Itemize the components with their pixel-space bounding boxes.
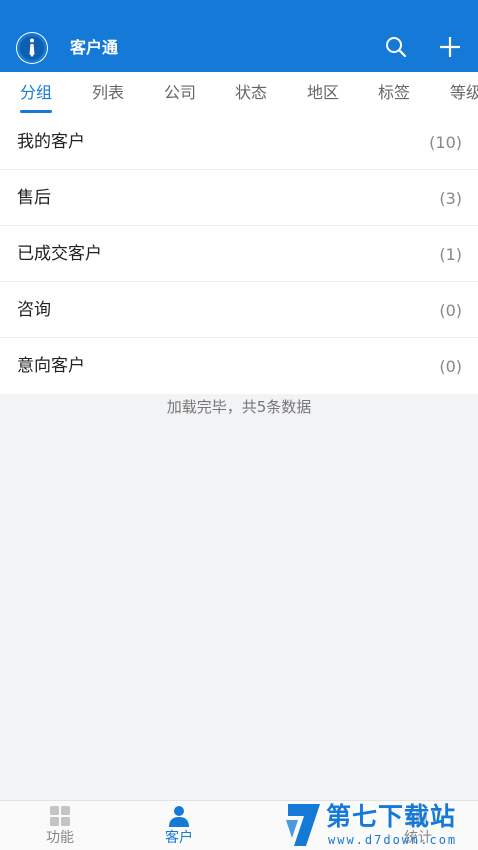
group-count: (0)	[439, 301, 462, 320]
group-count: (3)	[439, 189, 462, 208]
group-list: 我的客户 (10) 售后 (3) 已成交客户 (1) 咨询 (0) 意向客户 (…	[0, 114, 478, 394]
group-name: 我的客户	[17, 132, 85, 152]
active-tab-indicator	[20, 110, 52, 113]
group-count: (10)	[429, 133, 462, 152]
group-name: 售后	[17, 188, 51, 208]
tab-list[interactable]: 列表	[92, 83, 124, 103]
category-tabs: 分组 列表 公司 状态 地区 标签 等级	[0, 72, 478, 114]
load-complete-message: 加载完毕，共5条数据	[166, 398, 312, 416]
grid-icon	[48, 804, 72, 828]
watermark-logo-icon	[284, 802, 322, 848]
search-icon[interactable]	[384, 35, 408, 59]
group-count: (0)	[439, 357, 462, 376]
group-name: 咨询	[17, 300, 51, 320]
tab-group[interactable]: 分组	[20, 83, 52, 103]
tab-status[interactable]: 状态	[235, 83, 267, 103]
group-name: 意向客户	[17, 356, 85, 376]
watermark: 第七下载站 www.d7down.com	[284, 802, 474, 848]
list-item[interactable]: 已成交客户 (1)	[0, 226, 478, 282]
watermark-text: 第七下载站	[326, 802, 457, 831]
app-title: 客户通	[70, 38, 119, 57]
plus-icon[interactable]	[438, 35, 462, 59]
list-item[interactable]: 我的客户 (10)	[0, 114, 478, 170]
app-header: 客户通	[0, 0, 478, 72]
tab-tag[interactable]: 标签	[378, 83, 410, 103]
list-item[interactable]: 意向客户 (0)	[0, 338, 478, 394]
nav-label: 客户	[165, 830, 193, 846]
nav-label: 功能	[46, 830, 74, 846]
group-count: (1)	[439, 245, 462, 264]
group-name: 已成交客户	[17, 244, 102, 264]
nav-functions[interactable]: 功能	[0, 801, 120, 850]
watermark-url: www.d7down.com	[328, 833, 458, 847]
tab-company[interactable]: 公司	[164, 83, 196, 103]
person-icon	[167, 804, 191, 828]
list-item[interactable]: 咨询 (0)	[0, 282, 478, 338]
list-item[interactable]: 售后 (3)	[0, 170, 478, 226]
nav-customers[interactable]: 客户	[119, 801, 239, 850]
tab-region[interactable]: 地区	[307, 83, 339, 103]
app-logo-icon	[16, 32, 48, 64]
tab-level[interactable]: 等级	[450, 83, 478, 103]
